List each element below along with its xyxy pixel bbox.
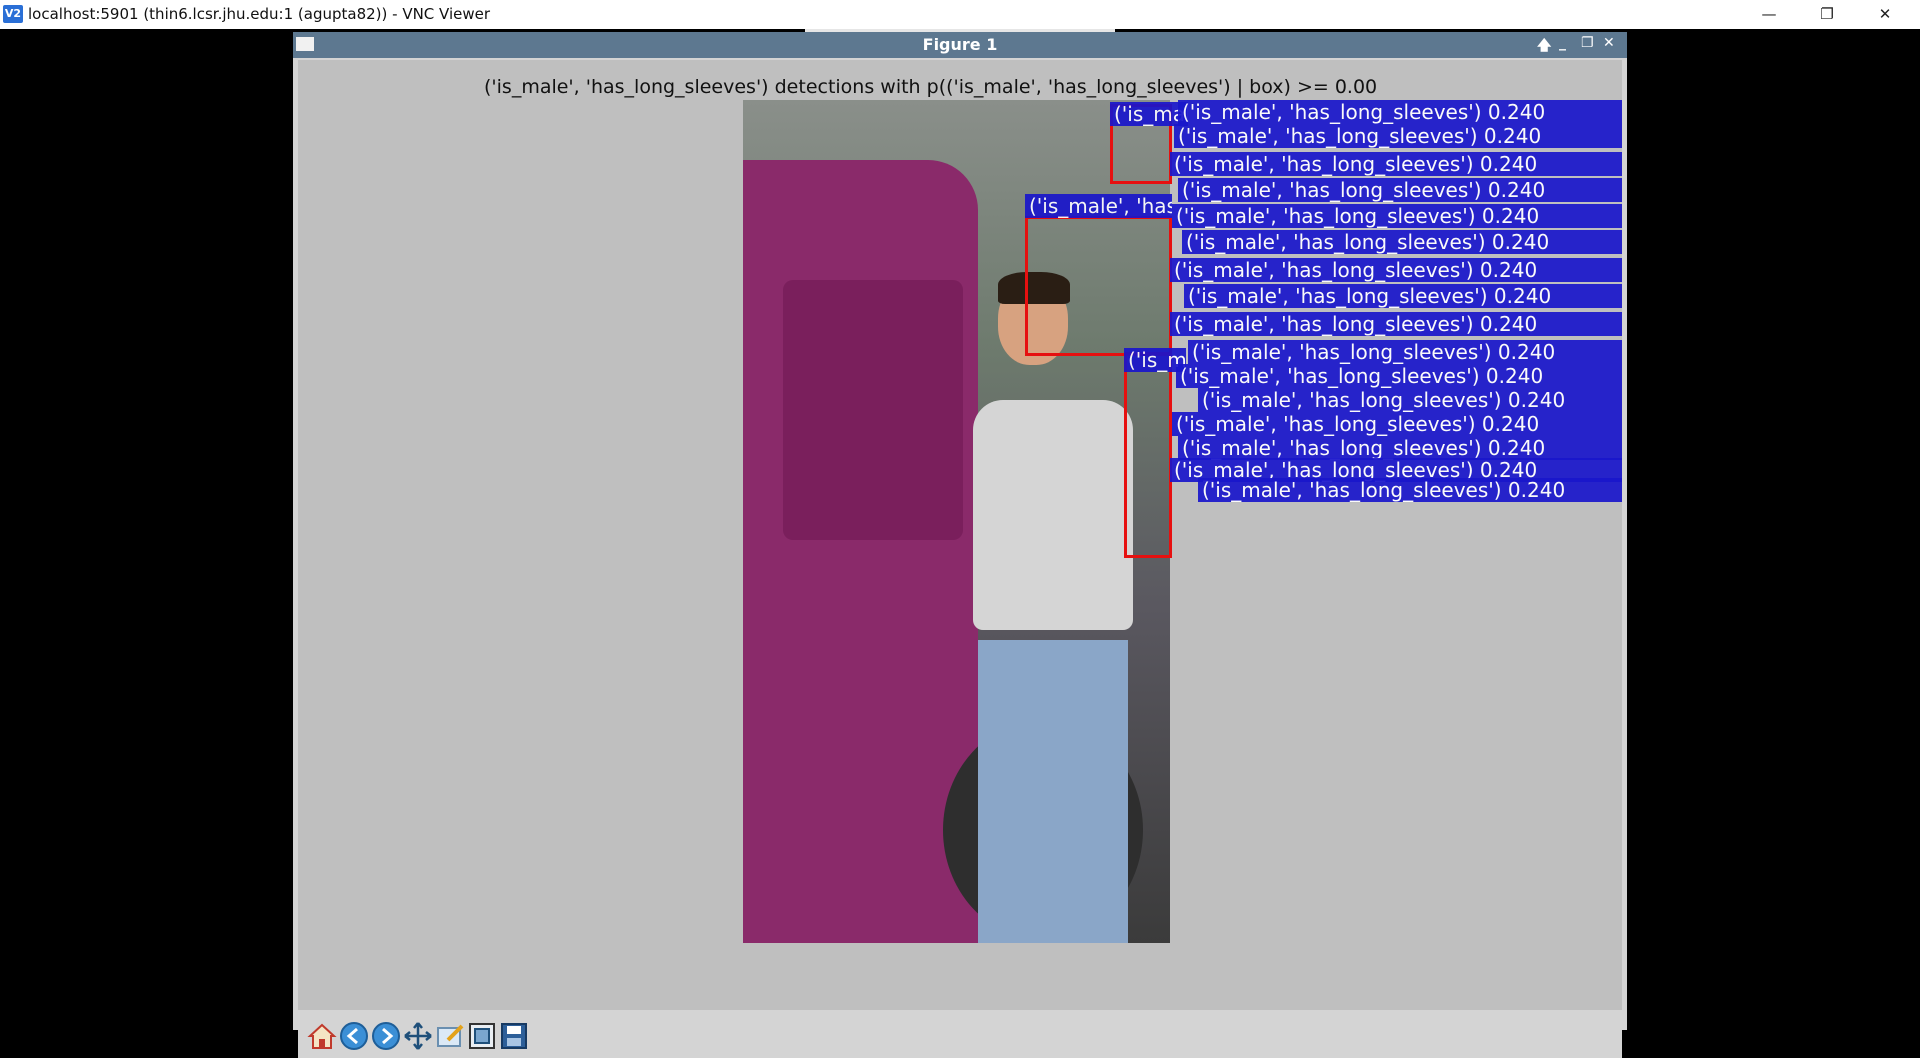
plot-canvas[interactable]: ('is_male', 'has_long_sleeves') detectio… (298, 60, 1622, 1010)
detection-label: ('is_male', 'has (1025, 194, 1172, 218)
raise-button[interactable]: 🡅 (1537, 35, 1551, 59)
close-button[interactable]: ✕ (1862, 0, 1908, 29)
detection-label: ('is_male', 'has_long_sleeves') 0.240 (1182, 230, 1622, 254)
figure-title: Figure 1 (922, 35, 998, 54)
detection-label: ('is_male', 'has_long_sleeves') 0.240 (1170, 152, 1622, 176)
figure-window: Figure 1 🡅 _ ❐ ✕ ('is_male', 'has_long_s… (293, 32, 1627, 1058)
save-icon[interactable] (498, 1020, 530, 1052)
detection-label: ('is_male', 'has_long_sleeves') 0.240 (1172, 204, 1622, 228)
detection-box (1025, 216, 1172, 356)
pan-icon[interactable] (402, 1020, 434, 1052)
figure-restore-button[interactable]: ❐ (1581, 35, 1594, 51)
figure-close-button[interactable]: ✕ (1603, 35, 1615, 51)
back-arrow-icon[interactable] (338, 1020, 370, 1052)
detection-box (1124, 352, 1172, 558)
navigation-toolbar (298, 1014, 1622, 1058)
minimize-button[interactable]: — (1746, 0, 1792, 29)
detection-label: ('is_male', 'has_long_sleeves') 0.240 (1188, 340, 1622, 364)
person-shirt-shape (973, 400, 1133, 630)
detection-label: ('is_male', 'has_long_sleeves') 0.240 (1176, 364, 1622, 388)
detection-label: ('is_male', 'has_long_sleeves') 0.240 (1198, 388, 1622, 412)
zoom-rect-icon[interactable] (466, 1020, 498, 1052)
forward-arrow-icon[interactable] (370, 1020, 402, 1052)
detection-label: ('is_male', 'has_long_sleeves') 0.240 (1178, 436, 1622, 460)
detection-label: ('is_male', 'has_long_sleeves') 0.240 (1170, 312, 1622, 336)
home-icon[interactable] (306, 1020, 338, 1052)
detection-label: ('is_male', 'has_long_sleeves') 0.240 (1172, 412, 1622, 436)
person-pants-shape (978, 640, 1128, 943)
plot-title: ('is_male', 'has_long_sleeves') detectio… (484, 76, 1378, 98)
figure-titlebar[interactable]: Figure 1 🡅 _ ❐ ✕ (293, 32, 1627, 58)
maximize-button[interactable]: ❐ (1804, 0, 1850, 29)
detection-label: ('is_male', 'has_long_sleeves') 0.240 (1178, 100, 1622, 124)
detection-label: ('is_male', 'has_long_sleeves') 0.240 (1174, 124, 1622, 148)
detection-label: ('is_male', 'has_long_sleeves') 0.240 (1170, 258, 1622, 282)
detection-label: ('is_male', 'has_long_sleeves') 0.240 (1184, 284, 1622, 308)
vnc-app-icon: V2 (3, 5, 23, 23)
configure-subplots-icon[interactable] (434, 1020, 466, 1052)
detection-label: ('is_male', 'has_long_sleeves') 0.240 (1110, 102, 1188, 126)
window-title: localhost:5901 (thin6.lcsr.jhu.edu:1 (ag… (28, 5, 491, 23)
truck-door-shape (783, 280, 963, 540)
detection-label: ('is_male', 'has_long_sleeves') 0.240 (1178, 178, 1622, 202)
detection-label: ('is_male', 'has_long_sleeves') 0.240 (1198, 478, 1622, 502)
vnc-window-titlebar: V2 localhost:5901 (thin6.lcsr.jhu.edu:1 … (0, 0, 1920, 29)
figure-minimize-button[interactable]: _ (1559, 35, 1566, 51)
